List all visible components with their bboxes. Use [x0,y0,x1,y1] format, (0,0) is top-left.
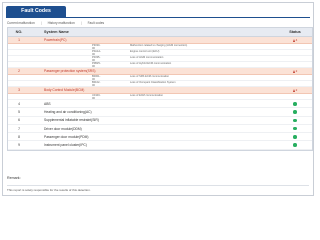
remark-label: Remark: [7,176,21,180]
system-name: Driver door module(DDM) [44,126,82,131]
system-name: ABS [44,101,51,106]
fault-code-id: P0B25-00 [92,61,101,68]
fault-status: 2 [278,88,312,92]
panel-title-tab[interactable]: Fault Codes [6,6,66,17]
fault-status: 2 [278,69,312,73]
system-row[interactable]: 6 Supplemental inflatable restraint(SIR) [8,117,312,125]
legend-separator: | [40,21,42,25]
fault-no: 2 [18,69,20,73]
report-footnote: This report is solely responsible for th… [7,188,91,192]
system-no: 6 [18,118,20,123]
legend-separator: | [80,21,82,25]
system-no: 9 [18,143,20,148]
warning-icon [292,38,295,42]
fault-system-name: Passenger protection system(SRS) [44,69,96,73]
fault-no: 1 [18,38,20,42]
system-row[interactable]: 5 Heating and air conditioning(AC) [8,108,312,117]
fault-system-name: Body Control Module(BCM) [44,88,85,92]
fault-code-desc: Loss of Hybrid ECM communication [130,61,172,65]
fault-code-id: U0100-00 [92,93,101,100]
system-row[interactable]: 8 Passenger door module(PDM) [8,133,312,142]
fault-count: 2 [295,69,298,74]
system-no: 7 [18,126,20,131]
fault-status: 4 [278,38,312,42]
fault-system-name: Powertrain(PC) [44,38,67,42]
header-system-name: System Name [44,30,69,34]
fault-code-row: B0102-00 Loss of Occupant Classification … [8,81,312,87]
warning-icon [292,88,295,92]
ok-status-icon [293,126,297,131]
fault-code-row: P0B25-00 Loss of Hybrid ECM communication [8,62,312,68]
ok-status-icon [293,143,297,148]
fault-count: 2 [295,88,298,93]
ok-status-icon [293,101,297,106]
system-no: 5 [18,109,20,114]
system-name: Supplemental inflatable restraint(SIR) [44,118,99,123]
table-header: NO. System Name Status [8,28,312,37]
legend-fault-codes: Fault codes [87,21,105,25]
header-status: Status [289,30,301,34]
legend: Current malfunction | History malfunctio… [7,20,104,26]
system-name: Instrument panel cluster(IPC) [44,143,87,148]
system-row[interactable]: 7 Driver door module(DDM) [8,125,312,134]
system-row[interactable]: 4 ABS [8,100,312,109]
system-row[interactable]: 9 Instrument panel cluster(IPC) [8,141,312,150]
title-divider [6,17,310,18]
system-name: Heating and air conditioning(AC) [44,109,92,114]
fault-no: 3 [18,88,20,92]
fault-code-row: U0100-00 Loss of ECM communication [8,94,312,100]
fault-code-id: B0102-00 [92,80,101,87]
system-name: Passenger door module(PDM) [44,134,89,139]
system-no: 4 [18,101,20,106]
fault-table: NO. System Name Status 1 Powertrain(PC) … [7,27,313,151]
ok-status-icon [293,118,297,123]
legend-history: History malfunction [47,21,75,25]
fault-code-desc: Loss of Occupant Classification System [130,80,176,84]
fault-code-desc: Loss of ECM communication [130,93,164,97]
system-no: 8 [18,134,20,139]
fault-count: 4 [295,38,298,43]
remark-divider [7,185,309,186]
legend-current: Current malfunction [7,21,35,25]
ok-status-icon [293,135,297,139]
header-no: NO. [15,30,23,34]
fault-codes-panel: Fault Codes Current malfunction | Histor… [2,2,314,196]
warning-icon [292,69,295,73]
ok-status-icon [293,110,297,114]
